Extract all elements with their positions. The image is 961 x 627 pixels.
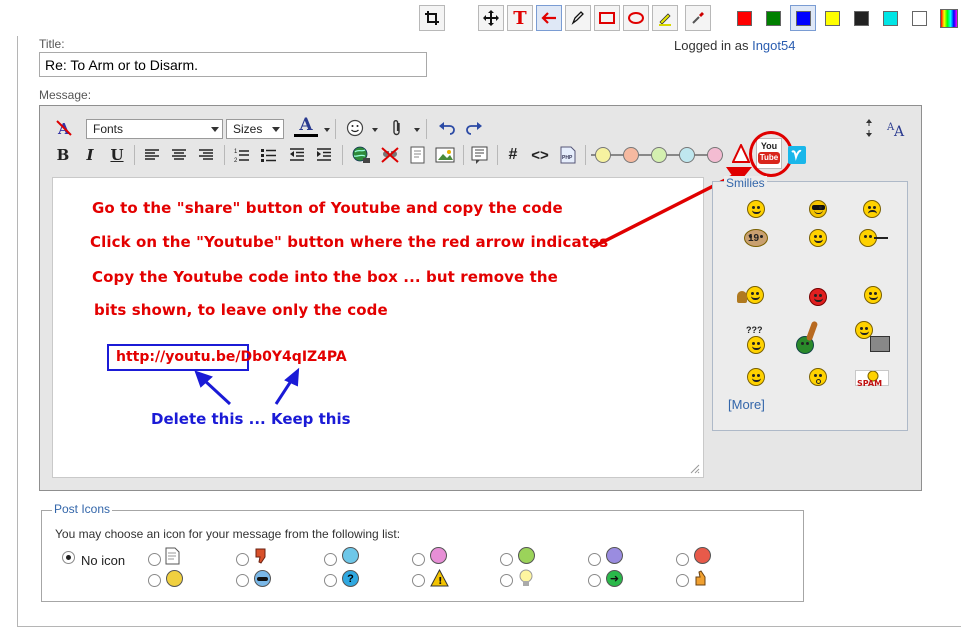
smiley-wave-icon[interactable] <box>864 286 882 304</box>
radio-post-icon[interactable] <box>148 574 161 587</box>
more-smilies-link[interactable]: More <box>732 397 762 412</box>
smiley-pacman-icon[interactable] <box>859 229 888 247</box>
svg-text:SPAM: SPAM <box>857 379 882 387</box>
radio-no-icon[interactable] <box>62 551 75 564</box>
radio-post-icon[interactable] <box>500 553 513 566</box>
angry-icon <box>694 547 711 564</box>
smiley-sad-icon[interactable] <box>863 200 881 218</box>
blue-arrow-delete <box>194 370 232 406</box>
radio-post-icon[interactable] <box>236 574 249 587</box>
smilies-title: Smilies <box>724 176 767 190</box>
smiley-cool-icon[interactable] <box>809 200 827 218</box>
smiley-bell-icon[interactable] <box>737 286 764 304</box>
radio-post-icon[interactable] <box>324 574 337 587</box>
thumbs-down-icon <box>253 547 271 565</box>
svg-text:!: ! <box>438 576 443 587</box>
blue-arrow-keep <box>274 367 300 405</box>
radio-post-icon[interactable] <box>412 574 425 587</box>
radio-post-icon[interactable] <box>236 553 249 566</box>
sad-icon <box>606 547 623 564</box>
post-icons-legend: Post Icons <box>52 502 113 516</box>
post-icons-description: You may choose an icon for your message … <box>55 527 401 541</box>
radio-post-icon[interactable] <box>588 553 601 566</box>
smiley-angry-icon[interactable] <box>809 288 827 306</box>
radio-post-icon[interactable] <box>500 574 513 587</box>
smiley-club-icon[interactable] <box>796 320 819 354</box>
radio-post-icon[interactable] <box>588 574 601 587</box>
warning-icon: ! <box>430 568 449 587</box>
smiley-computer-icon[interactable] <box>855 321 890 352</box>
more-smilies: [More] <box>728 397 765 412</box>
wink-icon <box>342 547 359 564</box>
radio-post-icon[interactable] <box>148 553 161 566</box>
smilies-panel <box>712 181 908 431</box>
smiley-spam-icon[interactable]: SPAM <box>855 370 889 388</box>
grin-icon <box>518 547 535 564</box>
smiley-smile-icon[interactable] <box>747 200 765 218</box>
smiley-wink-icon[interactable] <box>809 229 827 247</box>
no-icon-label: No icon <box>81 553 126 568</box>
radio-post-icon[interactable] <box>676 574 689 587</box>
smiley-confused-icon[interactable]: ??? <box>746 325 765 354</box>
thumbs-up-icon <box>693 569 711 587</box>
radio-post-icon[interactable] <box>412 553 425 566</box>
smiley-rolleyes-icon[interactable] <box>747 368 765 386</box>
lightbulb-icon <box>518 569 534 587</box>
page-icon <box>164 547 181 565</box>
radio-post-icon[interactable] <box>676 553 689 566</box>
tongue-icon <box>430 547 447 564</box>
smiley-shocked-icon[interactable] <box>809 368 827 386</box>
arrow-right-icon: ➜ <box>606 570 623 587</box>
smiley-counting-icon[interactable]: 19 <box>744 229 768 247</box>
question-icon: ? <box>342 570 359 587</box>
cool-icon <box>254 570 271 587</box>
smile-icon <box>166 570 183 587</box>
radio-post-icon[interactable] <box>324 553 337 566</box>
